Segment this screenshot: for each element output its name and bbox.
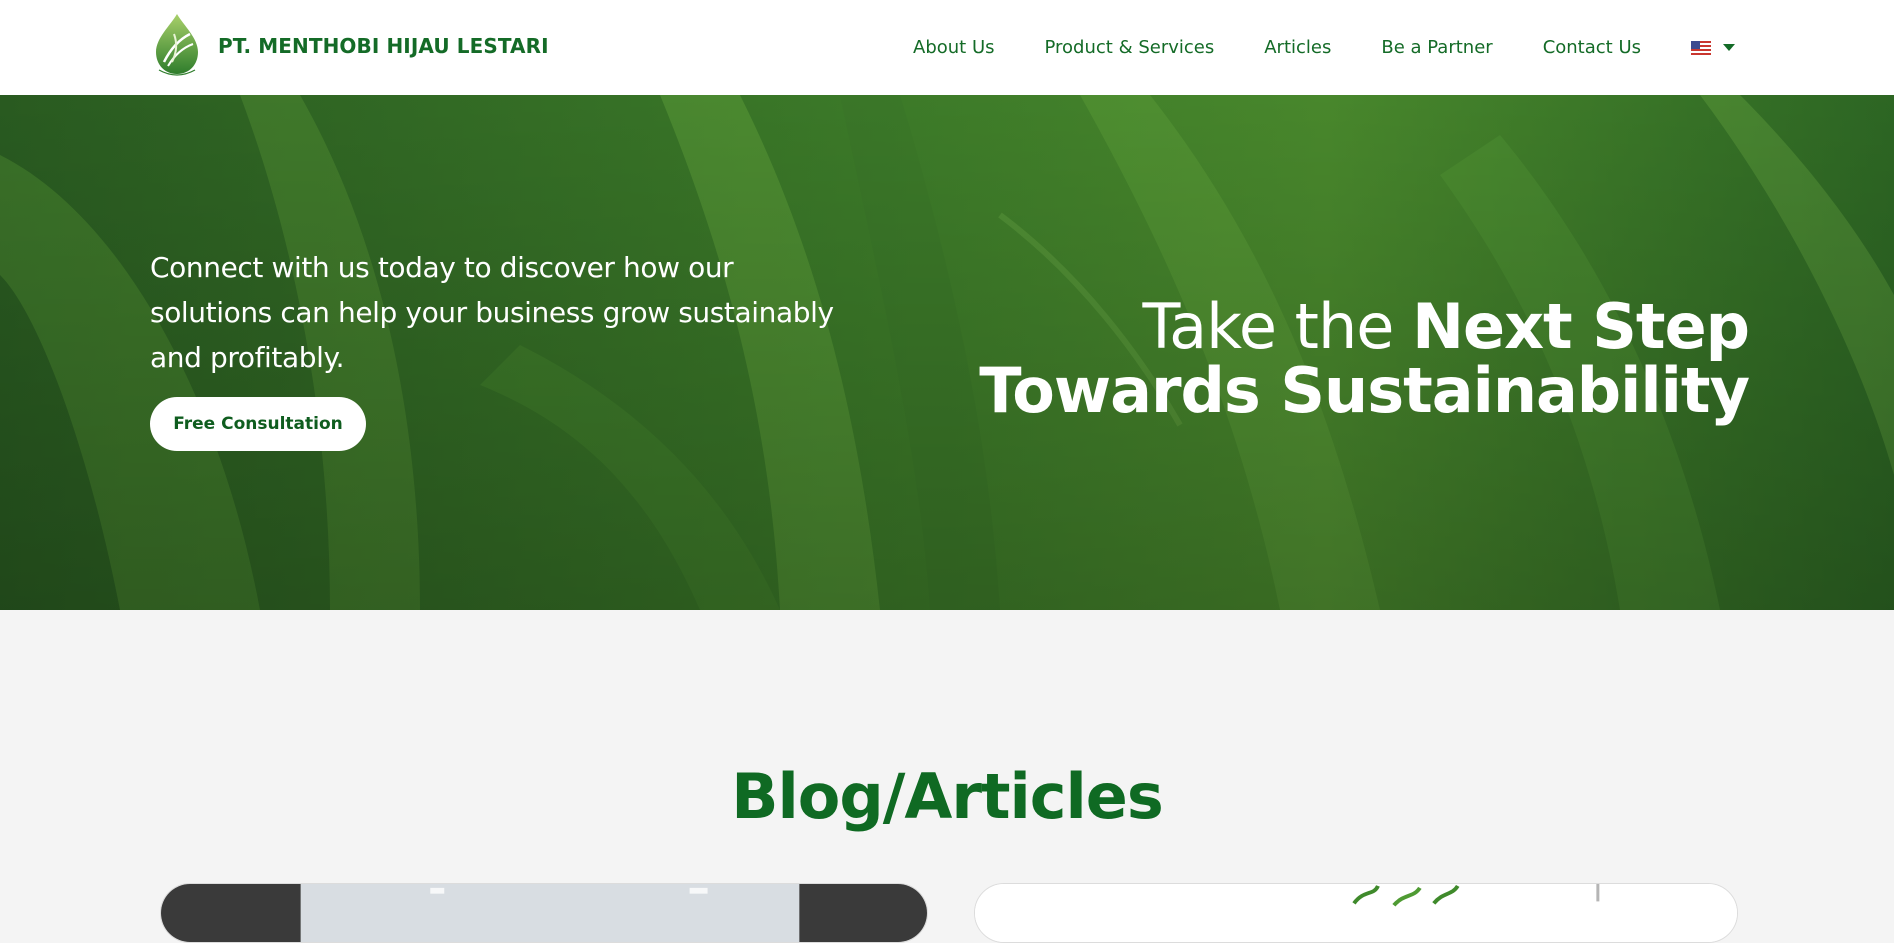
- article-card-2[interactable]: [974, 883, 1738, 943]
- hero-title-light: Take the: [1142, 290, 1413, 363]
- leaf-drop-logo: [156, 14, 198, 76]
- blog-section-title: Blog/Articles: [731, 760, 1164, 833]
- company-name: PT. MENTHOBI HIJAU LESTARI: [218, 34, 549, 58]
- free-consultation-button[interactable]: Free Consultation: [150, 397, 366, 451]
- top-navbar: PT. MENTHOBI HIJAU LESTARI About Us Prod…: [0, 0, 1894, 95]
- chevron-down-icon: [1723, 44, 1735, 51]
- hero-title: Take the Next Step Towards Sustainabilit…: [979, 295, 1750, 423]
- hero-title-bold-2: Towards Sustainability: [979, 354, 1750, 427]
- article-card-1[interactable]: [160, 883, 928, 943]
- nav-about-us[interactable]: About Us: [913, 37, 995, 58]
- article-image-1: [161, 884, 927, 942]
- nav-articles[interactable]: Articles: [1264, 37, 1331, 58]
- brand[interactable]: PT. MENTHOBI HIJAU LESTARI: [150, 12, 549, 80]
- hero-description: Connect with us today to discover how ou…: [150, 251, 834, 374]
- hero-section: Connect with us today to discover how ou…: [0, 95, 1894, 610]
- nav-product-services[interactable]: Product & Services: [1045, 37, 1215, 58]
- article-image-2: [975, 884, 1737, 942]
- language-selector[interactable]: [1691, 40, 1735, 55]
- hero-title-bold-1: Next Step: [1412, 290, 1750, 363]
- nav-be-a-partner[interactable]: Be a Partner: [1381, 37, 1492, 58]
- us-flag-icon: [1691, 40, 1711, 55]
- nav-contact-us[interactable]: Contact Us: [1543, 37, 1641, 58]
- main-nav: About Us Product & Services Articles Be …: [863, 0, 1735, 95]
